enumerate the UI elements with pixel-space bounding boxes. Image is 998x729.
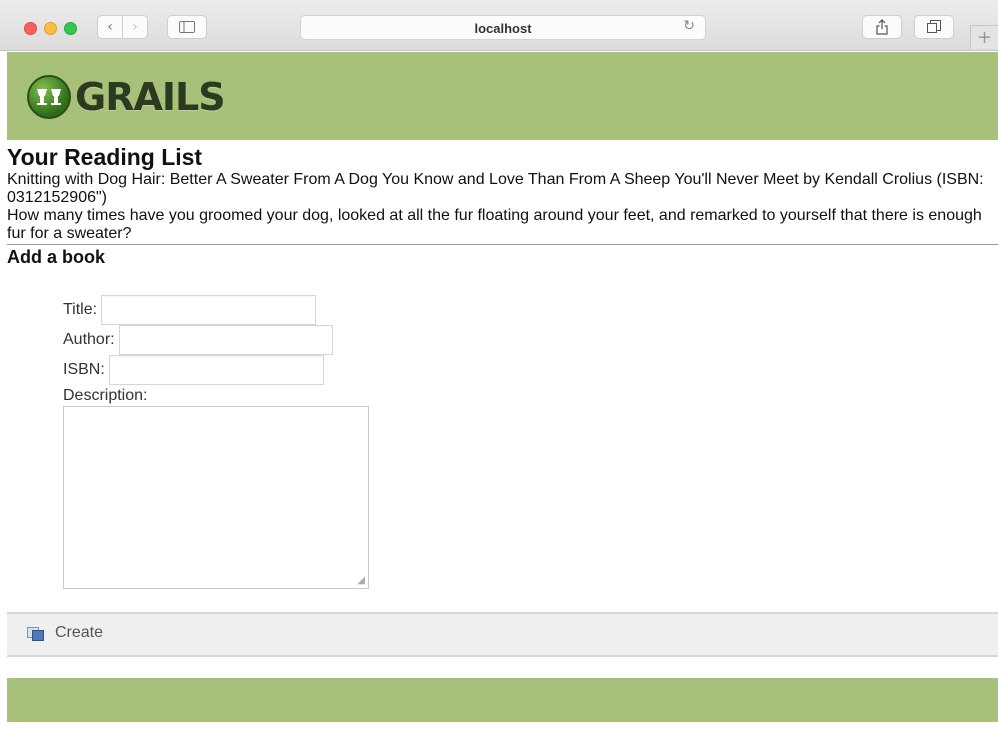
grails-cup-icon xyxy=(27,75,71,119)
show-tabs-button[interactable] xyxy=(914,15,954,39)
add-book-heading: Add a book xyxy=(7,247,105,267)
plus-icon: + xyxy=(976,27,993,48)
url-text: localhost xyxy=(474,21,532,36)
isbn-label: ISBN: xyxy=(63,361,105,378)
page-title: Your Reading List xyxy=(7,144,203,170)
share-button[interactable] xyxy=(862,15,902,39)
logo-text: GRAILS xyxy=(75,75,226,119)
forward-button[interactable]: › xyxy=(122,15,148,39)
author-input[interactable] xyxy=(118,325,333,355)
sidebar-toggle-button[interactable] xyxy=(167,15,207,39)
author-label: Author: xyxy=(63,331,115,348)
site-header: GRAILS xyxy=(7,52,998,140)
chevron-right-icon: › xyxy=(132,19,138,35)
browser-toolbar: ‹ › localhost ↻ + xyxy=(0,0,998,51)
create-button[interactable]: Create xyxy=(27,624,103,642)
description-textarea[interactable]: ◢ xyxy=(63,406,369,589)
create-label: Create xyxy=(55,624,104,641)
resize-grip-icon[interactable]: ◢ xyxy=(357,575,365,586)
main-content: Your Reading List Knitting with Dog Hair… xyxy=(7,143,998,268)
new-tab-button[interactable]: + xyxy=(970,25,998,49)
book-description: How many times have you groomed your dog… xyxy=(7,207,982,242)
back-button[interactable]: ‹ xyxy=(97,15,123,39)
grails-logo[interactable]: GRAILS xyxy=(27,74,226,120)
form-buttons-bar: Create xyxy=(7,612,998,657)
zoom-window-button[interactable] xyxy=(64,22,77,35)
reload-icon[interactable]: ↻ xyxy=(683,18,695,34)
divider xyxy=(7,244,998,245)
title-label: Title: xyxy=(63,301,98,318)
site-footer xyxy=(7,678,998,722)
address-bar[interactable]: localhost ↻ xyxy=(300,15,706,40)
create-icon xyxy=(27,625,45,641)
share-icon xyxy=(876,19,888,35)
close-window-button[interactable] xyxy=(24,22,37,35)
add-book-form: Title: Author: ISBN: Description: ◢ xyxy=(63,295,369,589)
minimize-window-button[interactable] xyxy=(44,22,57,35)
description-label: Description: xyxy=(63,387,148,404)
isbn-input[interactable] xyxy=(108,355,324,385)
tabs-icon xyxy=(927,20,941,33)
title-input[interactable] xyxy=(101,295,317,325)
chevron-left-icon: ‹ xyxy=(107,19,113,35)
sidebar-icon xyxy=(179,21,195,33)
book-title-line: Knitting with Dog Hair: Better A Sweater… xyxy=(7,171,984,206)
